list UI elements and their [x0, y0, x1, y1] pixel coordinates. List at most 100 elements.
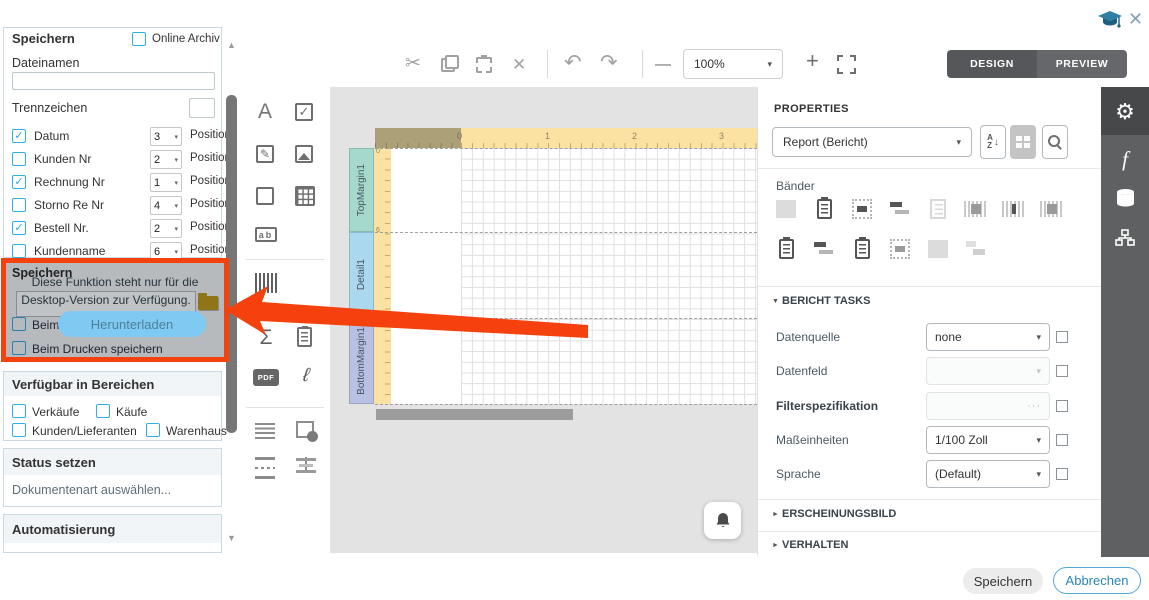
storno-checkbox[interactable]: [12, 198, 26, 212]
verhalten-header[interactable]: ► VERHALTEN: [772, 539, 848, 551]
settings-gear-icon[interactable]: ⚙: [1101, 99, 1149, 125]
bell-icon: [715, 512, 731, 529]
kundenname-checkbox[interactable]: [12, 244, 26, 258]
redo-icon[interactable]: ↷: [600, 53, 618, 72]
band-type-icon-11[interactable]: [850, 237, 874, 261]
online-archiv-checkbox[interactable]: [132, 32, 146, 46]
band-type-icon-6[interactable]: [964, 197, 988, 221]
kunden-nr-position-select[interactable]: 2▾: [150, 150, 182, 169]
scroll-up-icon[interactable]: ▲: [227, 40, 236, 50]
image-tool[interactable]: [295, 145, 313, 163]
band-type-icon-1[interactable]: [774, 197, 798, 221]
shape-tool[interactable]: [256, 187, 274, 205]
dokumentenart-select[interactable]: Dokumentenart auswählen...: [12, 483, 171, 497]
scroll-down-icon[interactable]: ▼: [227, 533, 236, 543]
band-type-icon-10[interactable]: [812, 237, 836, 261]
warenhaus-checkbox[interactable]: [146, 423, 160, 437]
storno-label: Storno Re Nr: [34, 198, 104, 212]
datenfeld-select[interactable]: ▾: [926, 357, 1050, 385]
save-button[interactable]: Speichern: [963, 568, 1043, 594]
search-properties-button[interactable]: [1042, 125, 1068, 159]
band-label-topmargin[interactable]: TopMargin1: [349, 148, 374, 232]
checkbox-tool[interactable]: ✓: [295, 103, 313, 121]
data-source-icon[interactable]: [1101, 189, 1149, 207]
masseinheiten-select[interactable]: 1/100 Zoll▾: [926, 426, 1050, 454]
kunden-nr-checkbox[interactable]: [12, 152, 26, 166]
band-type-icon-13[interactable]: [926, 237, 950, 261]
beim-speichern-checkbox[interactable]: [12, 317, 26, 331]
total-tool[interactable]: Σ: [255, 327, 277, 349]
datum-checkbox[interactable]: ✓: [12, 129, 26, 143]
herunterladen-button[interactable]: Herunterladen: [58, 311, 206, 337]
sort-az-button[interactable]: AZ ↓: [980, 125, 1006, 159]
band-label-detail[interactable]: Detail1: [349, 232, 374, 318]
bestell-checkbox[interactable]: ✓: [12, 221, 26, 235]
automation-section: Automatisierung: [3, 514, 222, 553]
cancel-button[interactable]: Abbrechen: [1053, 567, 1141, 594]
dateinamen-input[interactable]: [12, 72, 215, 90]
collapse-icon: ▼: [772, 298, 779, 305]
band-type-icon-5[interactable]: [926, 197, 950, 221]
band-type-icon-4[interactable]: [888, 197, 912, 221]
band-type-icon-7[interactable]: [1002, 197, 1026, 221]
close-icon[interactable]: ✕: [1128, 9, 1143, 30]
zoom-out-icon[interactable]: —: [655, 55, 671, 74]
filterspezifikation-input[interactable]: ···: [926, 392, 1050, 420]
sprache-checkbox[interactable]: [1056, 468, 1068, 480]
fullscreen-icon[interactable]: [836, 54, 857, 75]
category-view-button[interactable]: [1010, 125, 1036, 159]
band-type-icon-14[interactable]: [964, 237, 988, 261]
band-type-icon-3[interactable]: [850, 197, 874, 221]
band-type-icon-2[interactable]: [812, 197, 836, 221]
info-rect-tool[interactable]: [296, 421, 314, 437]
rechnung-nr-position-select[interactable]: 1▾: [150, 173, 182, 192]
masseinheiten-checkbox[interactable]: [1056, 434, 1068, 446]
erscheinungsbild-header[interactable]: ► ERSCHEINUNGSBILD: [772, 508, 896, 520]
design-canvas[interactable]: 0 1 2 3 TopMargin1 Detail1 BottomMargin1…: [330, 87, 757, 553]
table-tool[interactable]: [295, 186, 315, 206]
functions-icon[interactable]: f: [1101, 147, 1149, 172]
verkaeufe-checkbox[interactable]: [12, 404, 26, 418]
bericht-tasks-header[interactable]: ▼ BERICHT TASKS: [772, 295, 870, 307]
datenfeld-checkbox[interactable]: [1056, 365, 1068, 377]
kunden-lieferanten-checkbox[interactable]: [12, 423, 26, 437]
delete-icon[interactable]: ✕: [512, 55, 526, 74]
subreport-tool[interactable]: [255, 423, 275, 440]
band-type-icon-12[interactable]: [888, 237, 912, 261]
undo-icon[interactable]: ↶: [564, 53, 582, 72]
bestell-position-select[interactable]: 2▾: [150, 219, 182, 238]
signature-tool[interactable]: ℓ: [293, 365, 318, 387]
preview-tab[interactable]: PREVIEW: [1037, 50, 1127, 78]
text-tool[interactable]: A: [254, 101, 276, 123]
cut-icon[interactable]: ✂: [405, 54, 421, 73]
design-tab[interactable]: DESIGN: [947, 50, 1037, 78]
zoom-select[interactable]: 100%▾: [683, 49, 783, 79]
panel-tool[interactable]: [297, 327, 312, 347]
band-type-icon-9[interactable]: [774, 237, 798, 261]
report-tree-icon[interactable]: [1101, 229, 1149, 246]
align-tool[interactable]: [296, 457, 316, 473]
component-selector[interactable]: Report (Bericht)▾: [772, 127, 972, 157]
datum-position-select[interactable]: 3▾: [150, 127, 182, 146]
band-label-bottommargin[interactable]: BottomMargin1: [349, 318, 374, 404]
text-in-cells-tool[interactable]: ab: [255, 227, 277, 242]
pdf-tool[interactable]: PDF: [253, 369, 279, 386]
canvas-hscrollbar[interactable]: [376, 409, 573, 420]
datenquelle-checkbox[interactable]: [1056, 331, 1068, 343]
storno-position-select[interactable]: 4▾: [150, 196, 182, 215]
band-type-icon-8[interactable]: [1040, 197, 1064, 221]
trennzeichen-input[interactable]: [189, 98, 215, 118]
rich-text-tool[interactable]: ✎: [256, 145, 274, 163]
barcode-tool[interactable]: [255, 273, 277, 293]
notifications-button[interactable]: [704, 502, 741, 539]
sprache-select[interactable]: (Default)▾: [926, 460, 1050, 488]
beim-drucken-checkbox[interactable]: [12, 341, 26, 355]
datenquelle-select[interactable]: none▾: [926, 323, 1050, 351]
kaeufe-checkbox[interactable]: [96, 404, 110, 418]
baender-label: Bänder: [776, 179, 815, 193]
rechnung-nr-checkbox[interactable]: ✓: [12, 175, 26, 189]
filterspezifikation-checkbox[interactable]: [1056, 400, 1068, 412]
report-page[interactable]: [391, 148, 757, 404]
band-tool[interactable]: [255, 457, 275, 479]
zoom-in-icon[interactable]: +: [806, 51, 819, 70]
